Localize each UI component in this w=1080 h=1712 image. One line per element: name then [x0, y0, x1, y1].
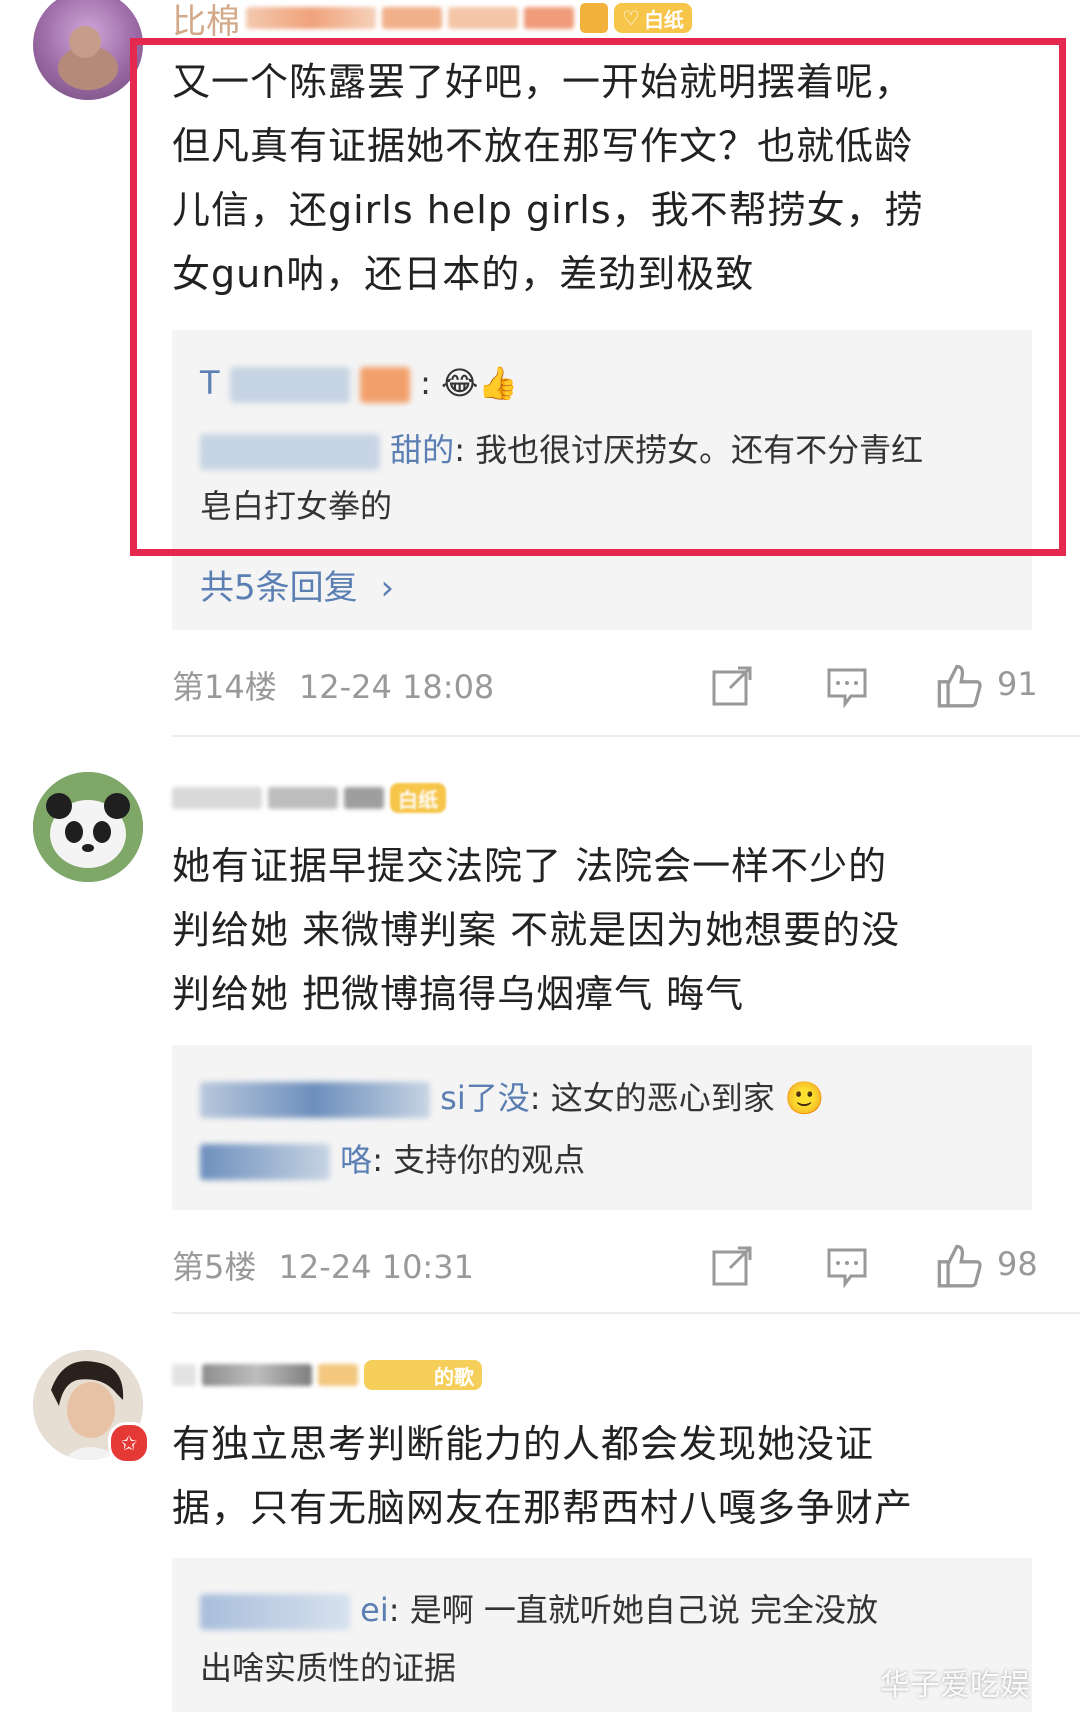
- comment-line: 据，只有无脑网友在那帮西村八嘎多争财产: [172, 1486, 914, 1530]
- reply-user[interactable]: si了没: [440, 1079, 530, 1117]
- timestamp: 12-24 18:08: [298, 668, 495, 706]
- blurred-username: [448, 7, 518, 29]
- like-count: 98: [997, 1245, 1038, 1283]
- more-replies-link[interactable]: 共5条回复 ›: [200, 560, 394, 609]
- comment-icon: [827, 1248, 867, 1289]
- share-button[interactable]: [710, 664, 754, 712]
- share-icon: [712, 1246, 752, 1286]
- smile-emoji-icon: 🙂: [784, 1079, 825, 1117]
- reply-user[interactable]: ei: [360, 1591, 389, 1629]
- comment-line: 有独立思考判断能力的人都会发现她没证: [172, 1422, 875, 1466]
- blurred-username: [524, 7, 574, 29]
- avatar-image: [33, 772, 143, 882]
- avatar[interactable]: [33, 772, 143, 882]
- member-level-icon: [580, 3, 608, 33]
- reply-item-continuation: 出啥实质性的证据: [200, 1649, 457, 1687]
- share-icon: [712, 666, 752, 706]
- chevron-right-icon: ›: [380, 568, 395, 608]
- avatar-image: [58, 26, 118, 90]
- blurred-username: [268, 787, 338, 809]
- blurred-username: [200, 1594, 350, 1630]
- heart-icon: ♡: [622, 6, 640, 30]
- blurred-username: [200, 1082, 430, 1118]
- blurred-username: [202, 1364, 312, 1386]
- floor-number: 第5楼: [172, 1248, 257, 1286]
- comment-author[interactable]: 比棉 ♡ 白纸: [172, 0, 692, 42]
- blurred-username: [172, 1364, 196, 1386]
- thumbs-up-icon: [937, 1244, 982, 1288]
- avatar[interactable]: [33, 0, 143, 100]
- fan-badge: ♡ 白纸: [614, 3, 692, 33]
- floor-number: 第14楼: [172, 668, 277, 706]
- comment-button[interactable]: [825, 664, 869, 712]
- blurred-username: [318, 1364, 358, 1386]
- like-count: 91: [997, 665, 1038, 703]
- like-button[interactable]: 91: [935, 660, 1038, 708]
- comment-body: 她有证据早提交法院了 法院会一样不少的 判给她 来微博判案 不就是因为她想要的没…: [172, 834, 992, 1026]
- reply-item[interactable]: si了没: 这女的恶心到家 🙂: [200, 1070, 825, 1126]
- blurred-username: [344, 787, 384, 809]
- comment-line: 她有证据早提交法院了 法院会一样不少的: [172, 844, 888, 888]
- comment-meta: 第5楼 12-24 10:31: [172, 1242, 474, 1288]
- comment-divider: [172, 735, 1080, 737]
- comment-divider: [172, 1312, 1080, 1314]
- reply-item[interactable]: 咯: 支持你的观点: [200, 1132, 585, 1188]
- author-name: 比棉: [172, 1, 240, 42]
- comment-line: 判给她 把微博搞得乌烟瘴气 晦气: [172, 972, 745, 1016]
- blurred-username: [200, 1144, 330, 1180]
- share-button[interactable]: [710, 1244, 754, 1292]
- blurred-username: [382, 7, 442, 29]
- blurred-username: [172, 787, 262, 809]
- highlight-frame: [130, 38, 1066, 556]
- fan-badge: 白纸: [390, 783, 446, 813]
- comment-body: 有独立思考判断能力的人都会发现她没证 据，只有无脑网友在那帮西村八嘎多争财产: [172, 1412, 992, 1540]
- comment-icon: [827, 668, 867, 709]
- blurred-username: [246, 7, 376, 29]
- watermark: 华子爱吃娱: [880, 1668, 1030, 1703]
- like-button[interactable]: 98: [935, 1240, 1038, 1288]
- reply-user[interactable]: 咯: [340, 1141, 372, 1179]
- thumbs-up-icon: [937, 664, 982, 708]
- verified-badge-icon: ✩: [108, 1422, 150, 1464]
- reply-item[interactable]: ei: 是啊 一直就听她自己说 完全没放: [200, 1582, 878, 1638]
- comment-author[interactable]: 的歌: [172, 1355, 482, 1395]
- comment-line: 判给她 来微博判案 不就是因为她想要的没: [172, 908, 901, 952]
- timestamp: 12-24 10:31: [278, 1248, 474, 1286]
- fan-badge: 的歌: [364, 1360, 482, 1390]
- comment-button[interactable]: [825, 1244, 869, 1292]
- comment-author[interactable]: 白纸: [172, 778, 446, 818]
- comment-meta: 第14楼 12-24 18:08: [172, 662, 494, 708]
